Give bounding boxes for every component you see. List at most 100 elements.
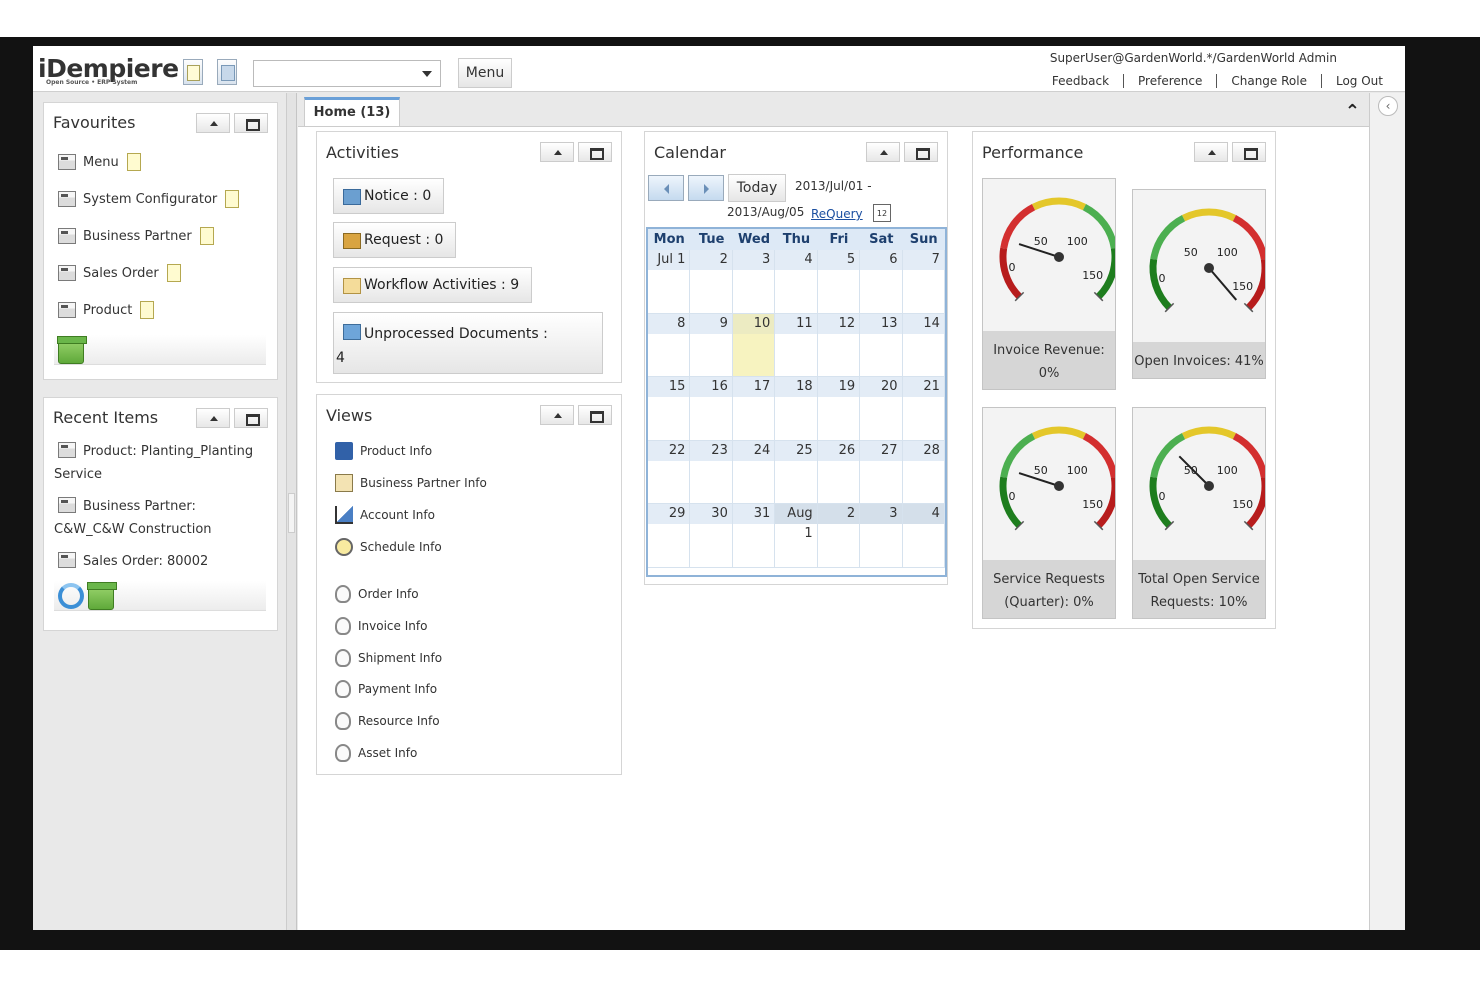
gauge-card[interactable]: 0 50 100 150 Invoice Revenue: 0% [982, 178, 1116, 390]
maximize-button[interactable] [234, 408, 268, 428]
calendar-day[interactable]: 20 [860, 377, 903, 441]
favourite-item-system-configurator[interactable]: System Configurator [58, 190, 240, 208]
maximize-button[interactable] [1232, 142, 1266, 162]
new-record-icon[interactable] [140, 301, 155, 319]
notice-button[interactable]: Notice : 0 [333, 178, 445, 214]
recent-item[interactable]: Sales Order: 80002 [54, 550, 264, 573]
recent-item[interactable]: Business Partner: C&W_C&W Construction [54, 495, 264, 541]
maximize-button[interactable] [234, 113, 268, 133]
collapse-button[interactable] [540, 142, 574, 162]
trash-icon[interactable] [87, 582, 117, 610]
gauge-card[interactable]: 0 50 100 150 Service Requests (Quarter): 0% [982, 407, 1116, 619]
request-button[interactable]: Request : 0 [333, 222, 457, 258]
new-record-icon[interactable] [225, 190, 240, 208]
calendar-day[interactable]: 27 [860, 440, 903, 504]
window-icon[interactable] [217, 59, 237, 85]
calendar-day[interactable]: 15 [648, 377, 691, 441]
calendar-day[interactable]: 8 [648, 313, 691, 377]
favourite-item-product[interactable]: Product [58, 301, 155, 319]
favourite-item-menu[interactable]: Menu [58, 153, 141, 171]
calendar-day[interactable]: 5 [817, 250, 861, 314]
collapse-button[interactable] [196, 113, 230, 133]
gauge-card[interactable]: 0 50 100 150 Total Open Service Requests: 10% [1132, 407, 1266, 619]
maximize-button[interactable] [578, 405, 612, 425]
chevron-left-icon[interactable]: ‹ [1378, 96, 1398, 116]
view-resource-info[interactable]: Resource Info [335, 712, 440, 730]
tab-home[interactable]: Home (13) [304, 97, 400, 127]
unprocessed-documents-button[interactable]: Unprocessed Documents : 4 [333, 312, 603, 374]
chevron-down-icon[interactable] [422, 71, 432, 77]
calendar-day[interactable]: 10 [732, 313, 776, 377]
calendar-day[interactable]: 25 [775, 440, 818, 504]
calendar-next-button[interactable] [688, 175, 724, 201]
view-payment-info[interactable]: Payment Info [335, 680, 437, 698]
calendar-day[interactable]: 3 [860, 504, 903, 568]
recent-item[interactable]: Product: Planting_Planting Service [54, 440, 264, 486]
view-account-info[interactable]: Account Info [335, 506, 435, 524]
workflow-activities-button[interactable]: Workflow Activities : 9 [333, 267, 533, 303]
calendar-day[interactable]: 31 [732, 504, 776, 568]
calendar-day[interactable]: 30 [690, 504, 733, 568]
calendar-day[interactable]: 23 [690, 440, 733, 504]
change-role-link[interactable]: Change Role [1216, 74, 1321, 88]
calendar-day[interactable]: 6 [860, 250, 903, 314]
calendar-day[interactable]: 22 [648, 440, 691, 504]
calendar-day[interactable]: 2 [690, 250, 733, 314]
view-asset-info[interactable]: Asset Info [335, 744, 417, 762]
collapse-button[interactable] [196, 408, 230, 428]
favourite-item-business-partner[interactable]: Business Partner [58, 227, 214, 245]
calendar-day[interactable]: 19 [817, 377, 861, 441]
gauge-card[interactable]: 0 50 100 150 Open Invoices: 41% [1132, 189, 1266, 379]
collapse-button[interactable] [866, 142, 900, 162]
calendar-day[interactable]: 13 [860, 313, 903, 377]
calendar-day[interactable]: 26 [817, 440, 861, 504]
calendar-day[interactable]: 28 [902, 440, 945, 504]
splitter-grip[interactable] [288, 493, 295, 533]
calendar-day[interactable]: 21 [902, 377, 945, 441]
calendar-day[interactable]: 17 [732, 377, 776, 441]
calendar-day[interactable]: 24 [732, 440, 776, 504]
calendar-day[interactable]: Aug 1 [775, 504, 818, 568]
calendar-icon[interactable]: 12 [873, 204, 891, 222]
refresh-icon[interactable] [58, 583, 84, 609]
trash-icon[interactable] [57, 336, 87, 364]
new-document-icon[interactable] [183, 59, 203, 85]
new-record-icon[interactable] [199, 227, 214, 245]
preference-link[interactable]: Preference [1123, 74, 1216, 88]
global-search-combobox[interactable] [253, 60, 441, 87]
double-chevron-up-icon[interactable]: ⌃ [1345, 101, 1360, 122]
feedback-link[interactable]: Feedback [1038, 74, 1123, 88]
calendar-day[interactable]: 7 [902, 250, 945, 314]
view-business-partner-info[interactable]: Business Partner Info [335, 474, 487, 492]
calendar-day[interactable]: 18 [775, 377, 818, 441]
collapse-button[interactable] [540, 405, 574, 425]
requery-link[interactable]: ReQuery [811, 207, 863, 221]
view-product-info[interactable]: Product Info [335, 442, 432, 460]
calendar-day[interactable]: 3 [732, 250, 776, 314]
sidebar-splitter[interactable] [287, 93, 297, 930]
calendar-day[interactable]: 11 [775, 313, 818, 377]
view-invoice-info[interactable]: Invoice Info [335, 617, 427, 635]
view-shipment-info[interactable]: Shipment Info [335, 649, 442, 667]
calendar-day[interactable]: 14 [902, 313, 945, 377]
calendar-prev-button[interactable] [648, 175, 684, 201]
calendar-day[interactable]: 2 [817, 504, 861, 568]
new-record-icon[interactable] [166, 264, 181, 282]
calendar-day[interactable]: 4 [775, 250, 818, 314]
calendar-day[interactable]: 4 [902, 504, 945, 568]
calendar-day[interactable]: 29 [648, 504, 691, 568]
menu-button[interactable]: Menu [458, 58, 512, 88]
logout-link[interactable]: Log Out [1320, 74, 1397, 88]
view-order-info[interactable]: Order Info [335, 585, 419, 603]
today-button[interactable]: Today [728, 174, 786, 202]
favourite-item-sales-order[interactable]: Sales Order [58, 264, 181, 282]
calendar-day[interactable]: 16 [690, 377, 733, 441]
new-record-icon[interactable] [126, 153, 141, 171]
calendar-day[interactable]: 12 [817, 313, 861, 377]
collapse-button[interactable] [1194, 142, 1228, 162]
calendar-day[interactable]: Jul 1 [648, 250, 691, 314]
maximize-button[interactable] [578, 142, 612, 162]
maximize-button[interactable] [904, 142, 938, 162]
calendar-day[interactable]: 9 [690, 313, 733, 377]
view-schedule-info[interactable]: Schedule Info [335, 538, 442, 556]
